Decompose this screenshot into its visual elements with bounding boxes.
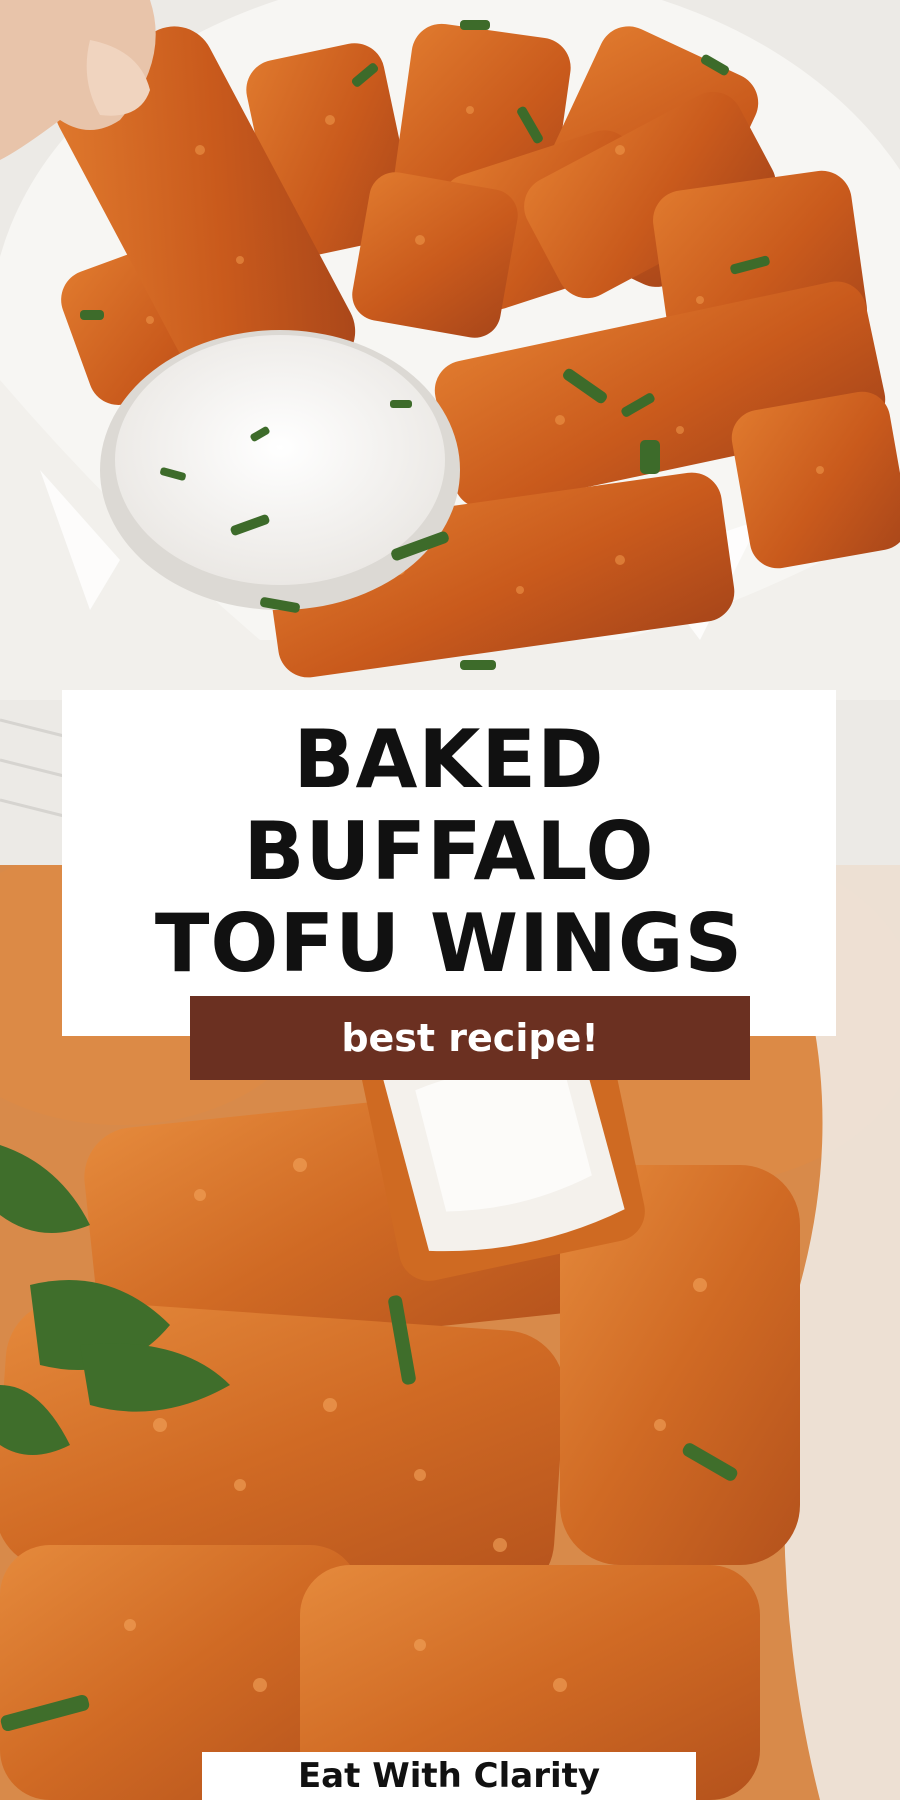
tagline-text: best recipe! — [341, 1016, 599, 1060]
recipe-pin: BAKED BUFFALO TOFU WINGS best recipe! Ea… — [0, 0, 900, 1800]
title-line-2: BUFFALO — [243, 805, 655, 898]
title-line-3: TOFU WINGS — [154, 897, 744, 990]
title-line-1: BAKED — [293, 713, 605, 806]
brand-name: Eat With Clarity — [297, 1756, 601, 1796]
tagline-banner: best recipe! — [190, 996, 750, 1080]
brand-footer[interactable]: Eat With Clarity — [202, 1752, 696, 1800]
title-card: BAKED BUFFALO TOFU WINGS — [62, 690, 836, 1036]
